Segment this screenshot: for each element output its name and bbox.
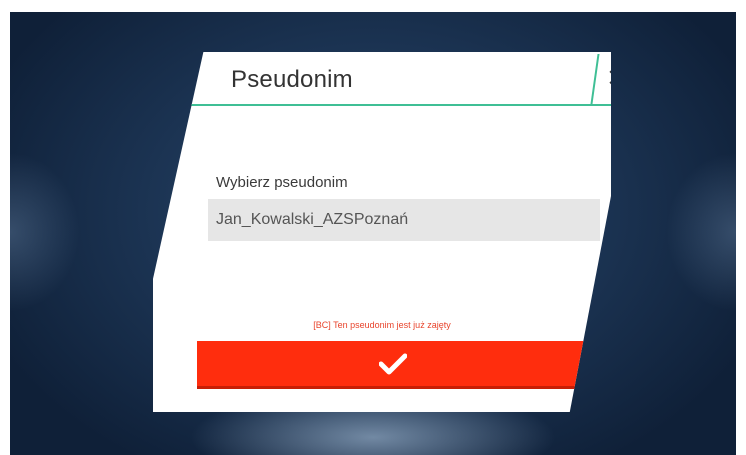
dialog-header: Pseudonim — [153, 52, 611, 106]
background-glow-left — [10, 152, 80, 312]
close-icon: ✕ — [606, 64, 628, 92]
error-message: [BC] Ten pseudonim jest już zajęty — [313, 320, 451, 330]
nickname-input[interactable] — [208, 199, 600, 241]
header-divider — [590, 54, 600, 104]
checkmark-icon — [378, 353, 407, 374]
nickname-label: Wybierz pseudonim — [216, 174, 348, 191]
confirm-button[interactable] — [197, 341, 588, 389]
game-background: Pseudonim ✕ Wybierz pseudonim [BC] Ten p… — [10, 12, 736, 455]
background-glow-right — [666, 152, 736, 312]
close-button[interactable]: ✕ — [604, 64, 628, 92]
nickname-dialog: Pseudonim ✕ Wybierz pseudonim [BC] Ten p… — [153, 52, 611, 412]
dialog-title: Pseudonim — [231, 66, 353, 93]
